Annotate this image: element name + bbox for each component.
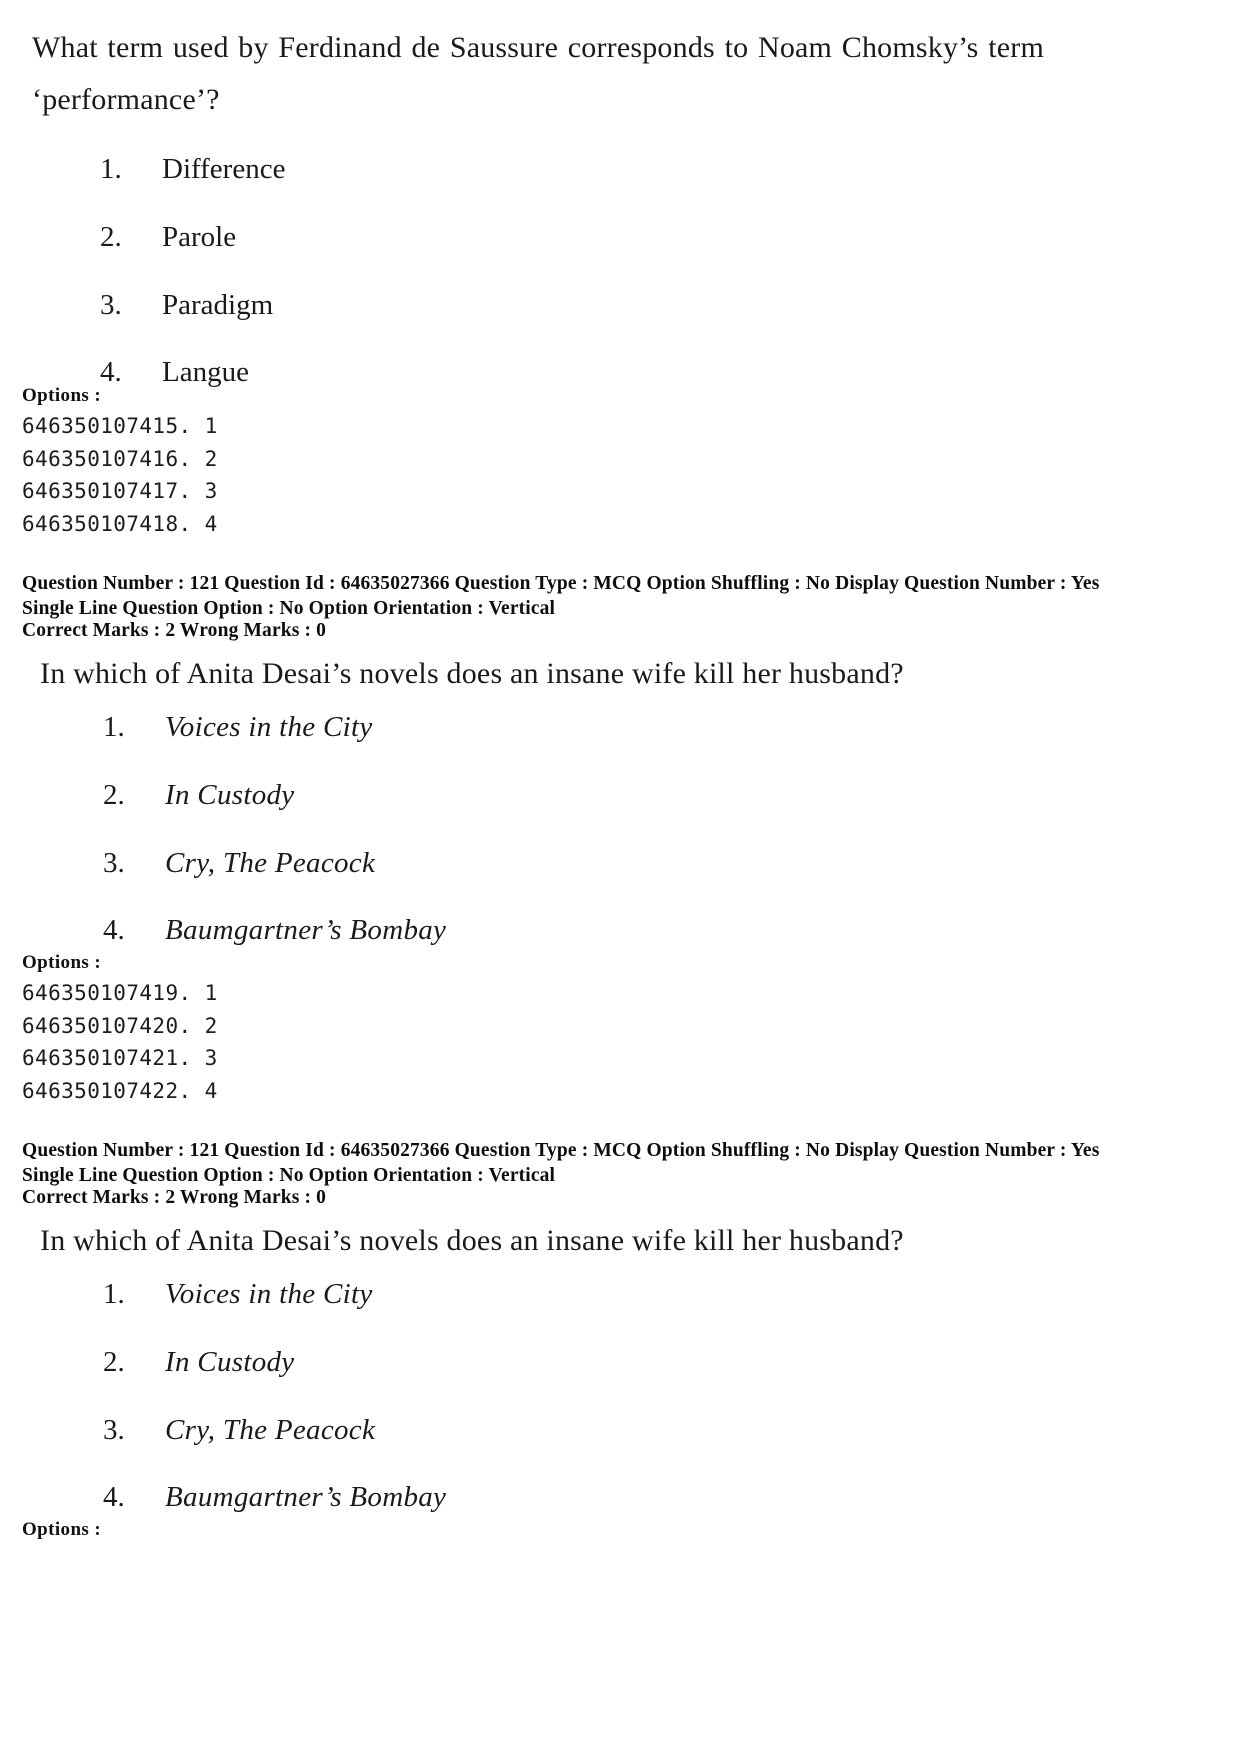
choice-number: 3. — [103, 846, 125, 879]
choice-label: In Custody — [165, 778, 295, 811]
metadata-marks-1: Correct Marks : 2 Wrong Marks : 0 — [22, 620, 327, 641]
choice-number: 2. — [103, 1345, 125, 1378]
choice-item[interactable]: 3. Cry, The Peacock — [103, 1413, 1003, 1448]
metadata-marks-2: Correct Marks : 2 Wrong Marks : 0 — [22, 1187, 327, 1208]
choice-item[interactable]: 3. Cry, The Peacock — [103, 846, 1003, 881]
choice-list-2: 1. Voices in the City 2. In Custody 3. C… — [103, 710, 1003, 948]
option-id: 646350107418. 4 — [22, 511, 218, 536]
option-id: 646350107417. 3 — [22, 479, 218, 504]
question-metadata-2: Question Number : 121 Question Id : 6463… — [22, 1139, 1099, 1189]
choice-label: In Custody — [165, 1345, 295, 1378]
question-stem-3: In which of Anita Desai’s novels does an… — [40, 1215, 1040, 1267]
choice-item[interactable]: 1. Voices in the City — [103, 710, 1003, 745]
choice-item[interactable]: 1. Difference — [100, 152, 1000, 187]
choice-label: Voices in the City — [165, 1278, 373, 1310]
question-metadata-1: Question Number : 121 Question Id : 6463… — [22, 572, 1099, 622]
choice-item[interactable]: 3. Paradigm — [100, 288, 1000, 323]
question-stem-text: In which of Anita Desai’s novels does an… — [40, 657, 904, 690]
choice-label: Voices in the City — [165, 711, 373, 743]
choice-label: Difference — [162, 153, 286, 185]
choice-item[interactable]: 1. Voices in the City — [103, 1277, 1003, 1312]
choice-item[interactable]: 4. Langue — [100, 355, 1000, 390]
question-stem-text: In which of Anita Desai’s novels does an… — [40, 1224, 904, 1257]
choice-label: Cry, The Peacock — [165, 846, 376, 879]
choice-label: Langue — [162, 356, 249, 389]
choice-list-3: 1. Voices in the City 2. In Custody 3. C… — [103, 1277, 1003, 1515]
choice-label: Cry, The Peacock — [165, 1413, 376, 1446]
document-page: What term used by Ferdinand de Saussure … — [0, 0, 1240, 1754]
choice-label: Paradigm — [162, 288, 274, 321]
options-heading: Options : — [22, 952, 102, 973]
option-id: 646350107415. 1 — [22, 414, 218, 438]
choice-item[interactable]: 2. In Custody — [103, 1345, 1003, 1380]
choice-number: 4. — [103, 1481, 125, 1514]
choice-number: 1. — [103, 1278, 125, 1310]
choice-number: 3. — [103, 1413, 125, 1446]
choice-number: 4. — [100, 356, 122, 389]
choice-number: 2. — [103, 778, 125, 811]
question-stem-1: What term used by Ferdinand de Saussure … — [32, 22, 1044, 125]
metadata-line-1: Question Number : 121 Question Id : 6463… — [22, 573, 1100, 594]
choice-number: 1. — [100, 153, 122, 185]
options-heading: Options : — [22, 1519, 102, 1540]
choice-item[interactable]: 2. In Custody — [103, 778, 1003, 813]
question-stem-text: What term used by Ferdinand de Saussure … — [32, 31, 1044, 116]
choice-number: 2. — [100, 220, 122, 253]
option-id: 646350107419. 1 — [22, 981, 218, 1005]
option-id-list-1: 646350107415. 1 646350107416. 2 64635010… — [22, 410, 218, 540]
choice-label: Parole — [162, 220, 237, 253]
choice-number: 3. — [100, 288, 122, 321]
choice-list-1: 1. Difference 2. Parole 3. Paradigm 4. L… — [100, 152, 1000, 390]
option-id: 646350107416. 2 — [22, 446, 218, 471]
choice-label: Baumgartner’s Bombay — [165, 914, 447, 947]
choice-label: Baumgartner’s Bombay — [165, 1481, 447, 1514]
question-stem-2: In which of Anita Desai’s novels does an… — [40, 648, 1040, 700]
option-id-list-2: 646350107419. 1 646350107420. 2 64635010… — [22, 977, 218, 1107]
option-id: 646350107420. 2 — [22, 1013, 218, 1038]
choice-item[interactable]: 2. Parole — [100, 220, 1000, 255]
options-heading: Options : — [22, 385, 102, 406]
metadata-line-1: Question Number : 121 Question Id : 6463… — [22, 1140, 1100, 1161]
option-id: 646350107421. 3 — [22, 1046, 218, 1071]
choice-item[interactable]: 4. Baumgartner’s Bombay — [103, 913, 1003, 948]
choice-number: 4. — [103, 914, 125, 947]
choice-item[interactable]: 4. Baumgartner’s Bombay — [103, 1480, 1003, 1515]
option-id: 646350107422. 4 — [22, 1078, 218, 1103]
choice-number: 1. — [103, 711, 125, 743]
